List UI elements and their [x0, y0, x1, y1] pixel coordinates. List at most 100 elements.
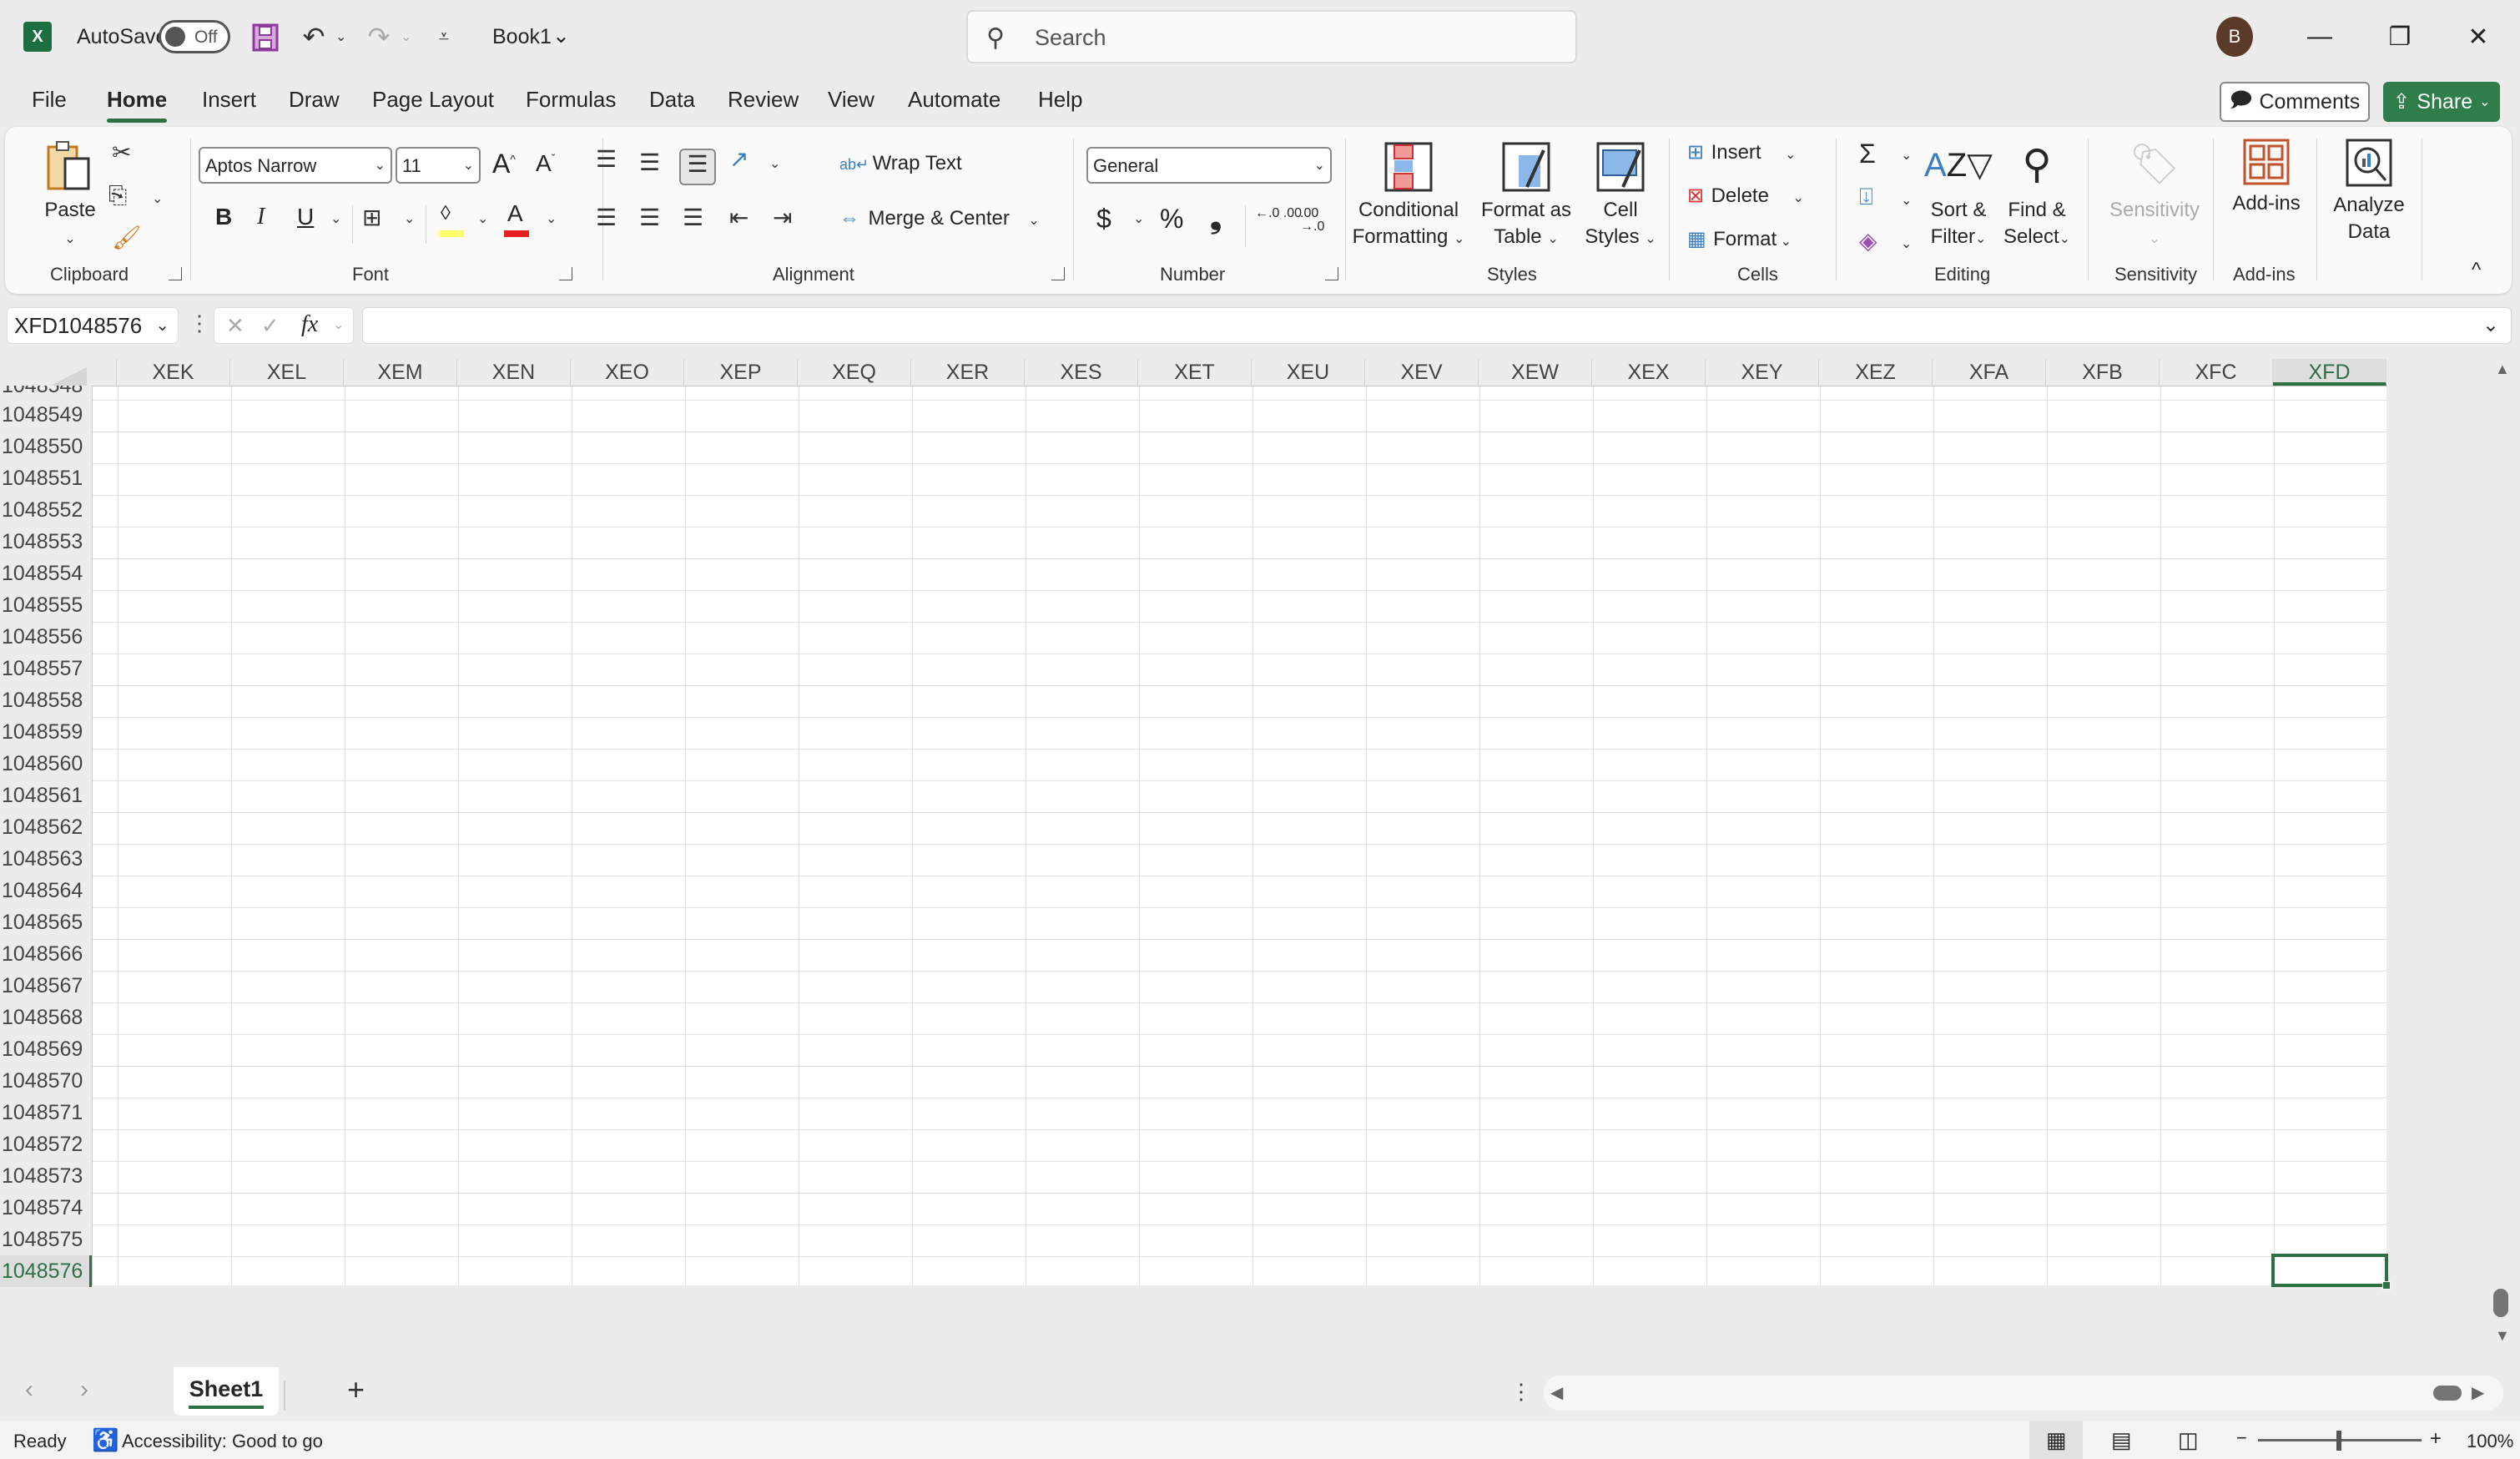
- row-header[interactable]: 1048557: [0, 653, 92, 684]
- row-header[interactable]: 1048560: [0, 748, 92, 780]
- number-dialog-launcher-icon[interactable]: [1325, 267, 1338, 280]
- column-header[interactable]: XEM: [344, 359, 457, 386]
- align-center-button[interactable]: ☰: [639, 204, 660, 231]
- fill-color-chevron-icon[interactable]: ⌄: [477, 210, 488, 227]
- minimize-button[interactable]: —: [2295, 12, 2345, 62]
- row-header[interactable]: 1048549: [0, 399, 92, 431]
- align-left-button[interactable]: ☰: [596, 204, 617, 231]
- column-header[interactable]: XEK: [117, 359, 230, 386]
- row-header[interactable]: 1048564: [0, 875, 92, 906]
- increase-decimal-button[interactable]: ←.0 .00: [1255, 207, 1302, 220]
- save-button[interactable]: [249, 22, 282, 53]
- currency-chevron-icon[interactable]: ⌄: [1133, 210, 1144, 227]
- insert-cells-button[interactable]: ⊞ Insert ⌄: [1687, 140, 1796, 164]
- cancel-entry-button[interactable]: ✕: [226, 313, 244, 339]
- vertical-scrollbar[interactable]: ▲ ▼: [2490, 359, 2515, 1361]
- row-header[interactable]: 1048576: [0, 1255, 92, 1287]
- formula-input[interactable]: ⌄: [362, 307, 2512, 344]
- decrease-font-size-button[interactable]: Aˇ: [536, 150, 555, 177]
- column-header[interactable]: XFB: [2046, 359, 2160, 386]
- row-header[interactable]: 1048570: [0, 1065, 92, 1097]
- column-header[interactable]: XFC: [2160, 359, 2273, 386]
- wrap-text-button[interactable]: ab↵ Wrap Text: [839, 152, 962, 175]
- borders-button[interactable]: ⊞: [362, 204, 381, 231]
- tab-automate[interactable]: Automate: [908, 87, 1000, 113]
- format-painter-button[interactable]: 🖌: [112, 224, 142, 251]
- tab-view[interactable]: View: [828, 87, 874, 113]
- zoom-level[interactable]: 100%: [2467, 1431, 2513, 1452]
- tab-data[interactable]: Data: [649, 87, 695, 113]
- underline-chevron-icon[interactable]: ⌄: [330, 210, 341, 227]
- column-header[interactable]: XFD: [2273, 359, 2386, 386]
- column-header[interactable]: XER: [911, 359, 1025, 386]
- row-header[interactable]: 1048575: [0, 1224, 92, 1255]
- cell-styles-button[interactable]: Cell Styles ⌄: [1580, 142, 1661, 253]
- tab-review[interactable]: Review: [728, 87, 799, 113]
- collapse-ribbon-button[interactable]: ^: [2472, 259, 2481, 282]
- copy-button[interactable]: ⎘: [108, 182, 127, 210]
- decrease-decimal-button[interactable]: .00 →.0: [1300, 207, 1330, 234]
- zoom-slider[interactable]: [2258, 1431, 2422, 1451]
- comma-style-button[interactable]: ❟: [1210, 200, 1222, 236]
- italic-button[interactable]: I: [257, 204, 265, 230]
- column-header[interactable]: XEX: [1592, 359, 1706, 386]
- column-header[interactable]: XET: [1138, 359, 1252, 386]
- document-title[interactable]: Book1: [492, 25, 552, 49]
- find-select-button[interactable]: ⚲ Find & Select⌄: [2001, 139, 2073, 253]
- font-dialog-launcher-icon[interactable]: [559, 267, 572, 280]
- scroll-left-arrow-icon[interactable]: ◀: [1550, 1382, 1563, 1403]
- add-ins-button[interactable]: Add-ins: [2221, 139, 2311, 217]
- copy-chevron-icon[interactable]: ⌄: [152, 190, 163, 207]
- new-sheet-button[interactable]: +: [347, 1372, 365, 1407]
- expand-formula-bar-icon[interactable]: ⌄: [2482, 313, 2499, 337]
- autosum-chevron-icon[interactable]: ⌄: [1901, 147, 1912, 164]
- row-header[interactable]: 1048565: [0, 906, 92, 938]
- scroll-down-arrow-icon[interactable]: ▼: [2495, 1327, 2510, 1345]
- increase-indent-button[interactable]: ⇥: [773, 204, 792, 231]
- column-header[interactable]: XEZ: [1819, 359, 1933, 386]
- sheet-tab-sheet1[interactable]: Sheet1: [174, 1367, 279, 1416]
- currency-button[interactable]: $: [1096, 204, 1111, 235]
- zoom-slider-thumb[interactable]: [2336, 1431, 2341, 1451]
- row-header[interactable]: 1048568: [0, 1002, 92, 1033]
- row-header[interactable]: 1048566: [0, 938, 92, 970]
- fill-chevron-icon[interactable]: ⌄: [1901, 192, 1912, 209]
- redo-button[interactable]: ↷: [362, 20, 396, 53]
- paste-button[interactable]: Paste ⌄: [28, 139, 112, 253]
- column-header[interactable]: XEQ: [798, 359, 911, 386]
- bottom-align-button[interactable]: ☰: [679, 149, 716, 185]
- tab-draw[interactable]: Draw: [289, 87, 340, 113]
- row-header[interactable]: 1048559: [0, 716, 92, 748]
- column-header[interactable]: XFA: [1933, 359, 2046, 386]
- row-header[interactable]: 1048552: [0, 494, 92, 526]
- align-right-button[interactable]: ☰: [683, 204, 703, 231]
- column-header[interactable]: XEP: [684, 359, 798, 386]
- redo-dropdown-icon[interactable]: ⌄: [401, 28, 411, 45]
- row-header[interactable]: 1048562: [0, 811, 92, 843]
- column-header[interactable]: XEN: [457, 359, 571, 386]
- increase-font-size-button[interactable]: A^: [492, 149, 516, 179]
- select-all-button[interactable]: [50, 367, 87, 386]
- merge-center-button[interactable]: ⇔ Merge & Center ⌄: [839, 207, 1040, 230]
- row-header[interactable]: 1048569: [0, 1033, 92, 1065]
- row-header[interactable]: 1048555: [0, 589, 92, 621]
- number-format-select[interactable]: General ⌄: [1086, 147, 1332, 184]
- column-header[interactable]: XEY: [1706, 359, 1819, 386]
- fill-button[interactable]: ⍗: [1859, 184, 1873, 211]
- formula-bar-options-icon[interactable]: ⋮: [189, 310, 210, 336]
- accessibility-status[interactable]: Accessibility: Good to go: [122, 1431, 323, 1452]
- horizontal-scroll-thumb[interactable]: [2433, 1386, 2462, 1401]
- clipboard-dialog-launcher-icon[interactable]: [169, 267, 182, 280]
- search-box[interactable]: ⚲ Search: [966, 10, 1577, 63]
- middle-align-button[interactable]: ☰: [639, 149, 660, 176]
- cut-button[interactable]: ✂: [112, 139, 131, 166]
- tab-formulas[interactable]: Formulas: [526, 87, 616, 113]
- delete-cells-button[interactable]: ⊠ Delete ⌄: [1687, 184, 1804, 208]
- row-header[interactable]: 1048556: [0, 621, 92, 653]
- clear-chevron-icon[interactable]: ⌄: [1901, 235, 1912, 252]
- font-size-select[interactable]: 11 ⌄: [396, 147, 481, 184]
- page-layout-view-button[interactable]: ▤: [2111, 1427, 2132, 1453]
- normal-view-button[interactable]: ▦: [2029, 1421, 2083, 1459]
- tab-help[interactable]: Help: [1038, 87, 1082, 113]
- bold-button[interactable]: B: [215, 204, 232, 230]
